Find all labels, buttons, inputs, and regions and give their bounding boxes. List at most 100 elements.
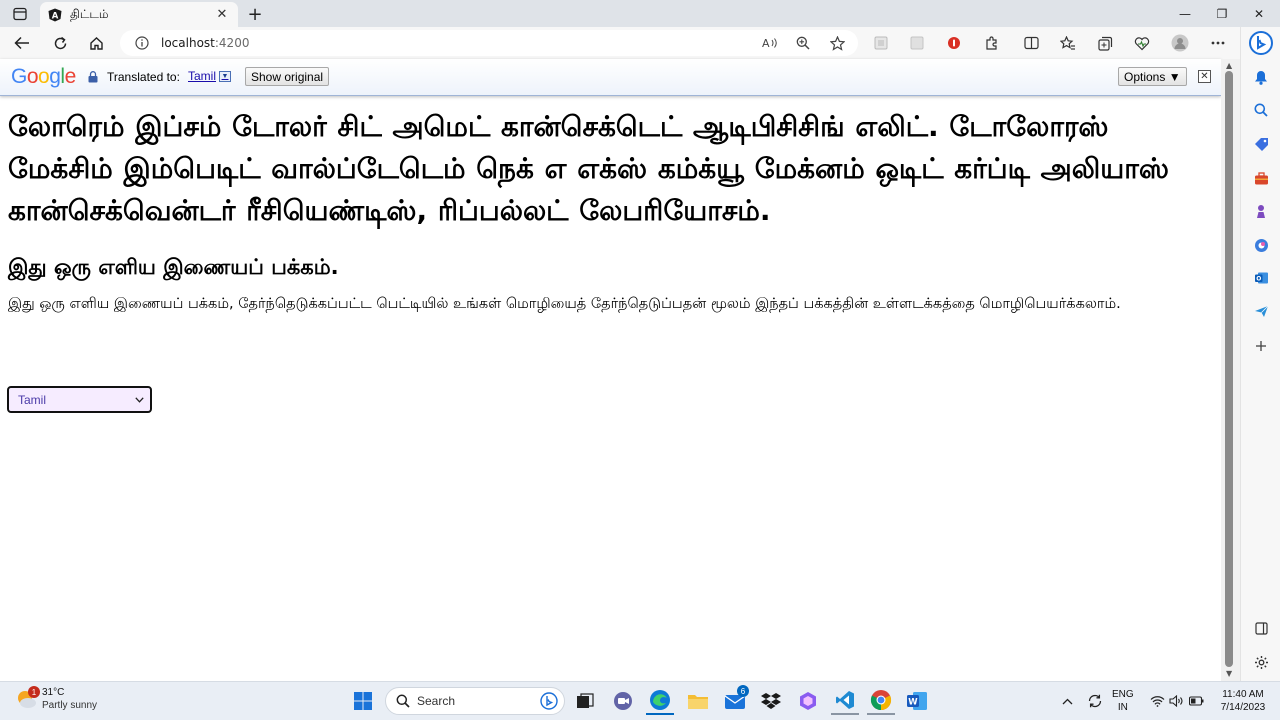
language-select-value: Tamil [18,392,47,407]
google-logo-letter: o [38,65,50,88]
favorite-star-icon[interactable] [827,34,847,52]
file-explorer-icon[interactable] [684,687,712,715]
scrollbar-thumb[interactable] [1225,71,1233,667]
weather-temperature: 31°C [42,687,65,698]
mail-badge: 6 [737,685,749,697]
active-tab[interactable]: A திட்டம் ✕ [40,2,238,27]
chevron-down-icon [135,395,144,405]
refresh-icon[interactable] [47,31,73,55]
new-tab-button[interactable]: + [244,3,266,25]
tab-actions-icon[interactable] [6,3,34,25]
chrome-icon[interactable] [867,687,895,715]
angular-favicon-icon: A [48,8,62,21]
bing-copilot-icon[interactable] [1249,31,1273,55]
bing-search-icon [540,692,558,710]
word-icon[interactable]: W [903,687,931,715]
tab-title: திட்டம் [70,6,109,21]
weather-badge: 1 [28,686,40,698]
zoom-icon[interactable] [793,34,813,52]
svg-text:O: O [1256,276,1261,283]
page-heading: லோரெம் இப்சம் டோலர் சிட் அமெட் கான்செக்ட… [8,110,1170,227]
maximize-button[interactable]: ❐ [1205,0,1239,27]
language-code: ENG [1112,689,1134,700]
show-hidden-icons-chevron-icon[interactable] [1053,687,1081,715]
microsoft365-icon[interactable] [1249,233,1273,257]
games-chess-icon[interactable] [1249,199,1273,223]
page-subheading: இது ஒரு எளிய இணையப் பக்கம். [8,255,339,279]
scroll-down-icon[interactable]: ▼ [1226,669,1232,678]
copilot-app-icon[interactable] [794,687,822,715]
extensions-puzzle-icon[interactable] [978,31,1004,55]
clock-time: 11:40 AM [1222,689,1264,700]
sidebar-settings-gear-icon[interactable] [1249,650,1273,674]
url-text: localhost:4200 [161,36,250,50]
extension-square-icon[interactable] [904,31,930,55]
notifications-bell-icon[interactable] [1249,65,1273,89]
favorites-icon[interactable] [1055,31,1081,55]
weather-widget[interactable]: 1 31°C Partly sunny [14,686,97,712]
svg-text:A: A [762,37,770,50]
add-sidebar-app-icon[interactable] [1249,334,1273,358]
input-language-indicator[interactable]: ENG IN [1112,688,1134,714]
home-icon[interactable] [83,31,109,55]
windows-start-icon[interactable] [349,687,377,715]
battery-icon[interactable] [1182,687,1210,715]
translate-options-button[interactable]: Options ▼ [1118,67,1187,86]
teams-chat-icon[interactable] [609,687,637,715]
windows-taskbar: 1 31°C Partly sunny Search 6 W ENG IN 11… [0,681,1280,720]
google-logo-letter: g [49,65,61,88]
shopping-tag-icon[interactable] [1249,132,1273,156]
page-scrollbar[interactable]: ▲ ▼ [1221,59,1240,681]
google-logo: Google [11,65,76,89]
adblock-icon[interactable] [941,31,967,55]
outlook-icon[interactable]: O [1249,266,1273,290]
taskbar-search-box[interactable]: Search [385,687,565,715]
translate-language-link[interactable]: Tamil ▼ [188,69,232,83]
scroll-up-icon[interactable]: ▲ [1226,61,1232,70]
google-logo-letter: o [26,65,39,88]
address-bar[interactable]: localhost:4200 A [120,30,858,56]
browser-essentials-icon[interactable] [1129,31,1155,55]
edge-sidebar: O [1240,27,1280,681]
google-logo-letter: G [11,65,27,88]
dropbox-icon[interactable] [757,687,785,715]
close-window-button[interactable]: ✕ [1242,0,1276,27]
more-menu-icon[interactable] [1205,31,1231,55]
taskbar-search-label: Search [417,694,456,708]
tools-briefcase-icon[interactable] [1249,166,1273,190]
partly-sunny-icon: 1 [14,686,40,711]
google-translate-bar: Google Translated to: Tamil ▼ Show origin… [0,59,1221,96]
translated-to-label: Translated to: [107,70,180,84]
site-info-icon[interactable] [135,36,149,50]
translate-bar-close-icon[interactable]: ✕ [1198,70,1211,83]
hide-sidebar-icon[interactable] [1249,616,1273,640]
language-select[interactable]: Tamil [7,386,152,413]
collections-icon[interactable] [1092,31,1118,55]
show-original-button[interactable]: Show original [245,67,330,86]
clock-date: 7/14/2023 [1220,702,1266,713]
profile-avatar[interactable] [1167,31,1193,55]
page-paragraph: இது ஒரு எளிய இணையப் பக்கம், தேர்ந்தெடுக்… [8,296,1121,312]
vscode-icon[interactable] [831,687,859,715]
lock-icon [88,71,98,83]
tab-close-icon[interactable]: ✕ [214,7,230,22]
edge-taskbar-icon[interactable] [646,687,674,715]
drop-send-icon[interactable] [1249,299,1273,323]
minimize-button[interactable]: — [1168,0,1202,27]
extension-box-icon[interactable] [868,31,894,55]
back-arrow-icon[interactable] [9,31,35,55]
google-logo-letter: e [64,65,77,88]
read-aloud-icon[interactable]: A [760,34,780,52]
browser-toolbar: localhost:4200 A [0,27,1240,59]
translate-language-text: Tamil [188,69,217,83]
sync-icon[interactable] [1081,687,1109,715]
search-icon[interactable] [1249,98,1273,122]
task-view-icon[interactable] [571,687,599,715]
svg-text:A: A [52,11,59,21]
split-screen-icon[interactable] [1018,31,1044,55]
svg-text:W: W [908,698,918,708]
region-code: IN [1117,702,1128,713]
language-dropdown-icon[interactable]: ▼ [219,70,232,82]
mail-icon[interactable]: 6 [721,685,749,715]
clock[interactable]: 11:40 AM 7/14/2023 [1214,688,1272,714]
